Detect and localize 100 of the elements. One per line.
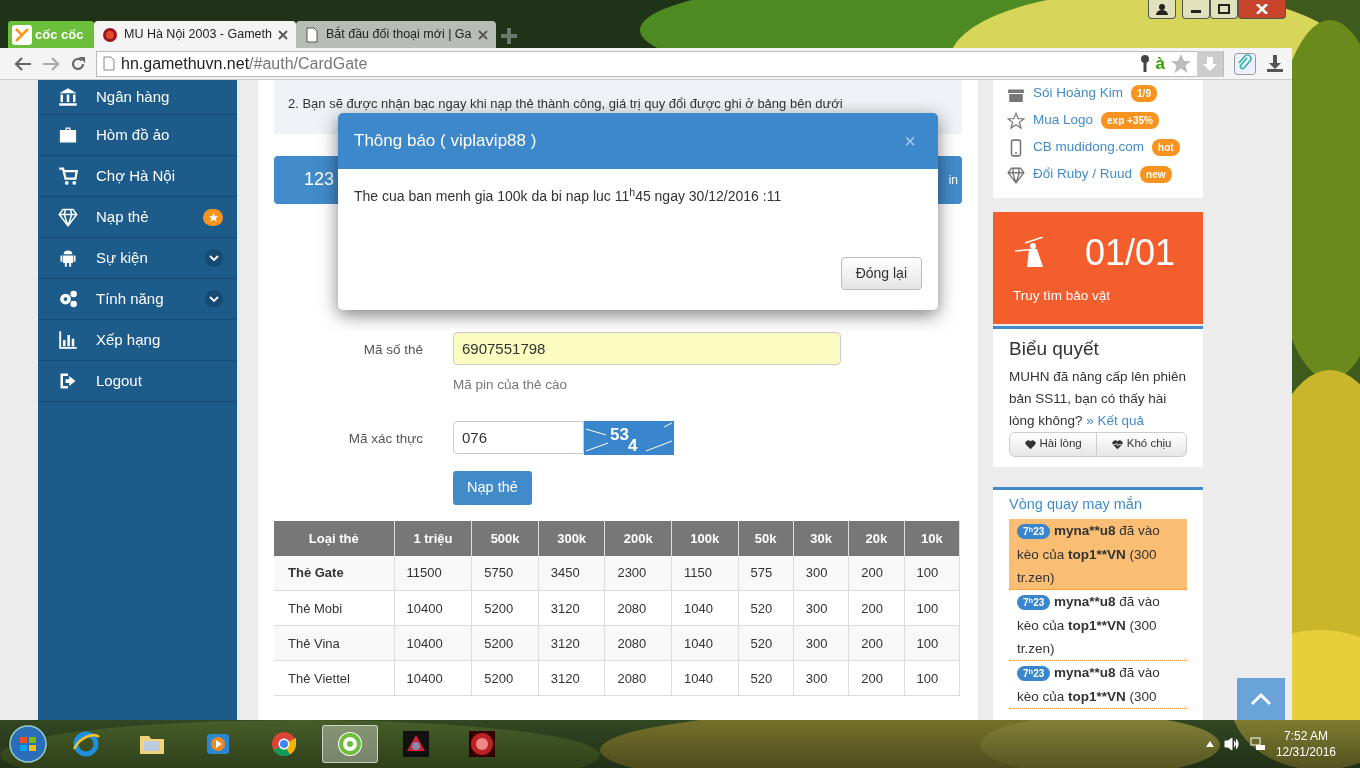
gears-icon [58, 289, 78, 309]
briefcase-icon [58, 125, 78, 145]
table-cell: 520 [738, 660, 794, 696]
browser-tab[interactable]: Bắt đầu đối thoại mới | Ga [296, 21, 496, 48]
menu-link[interactable]: CB mudidong.com [1033, 137, 1145, 158]
captcha-field[interactable]: 076 [453, 420, 584, 454]
close-icon[interactable] [477, 29, 488, 40]
cart-icon [58, 166, 78, 186]
menu-link[interactable]: Đổi Ruby / Ruud [1033, 164, 1133, 185]
start-icon[interactable] [8, 724, 48, 764]
link-badge: 1/9 [1131, 85, 1157, 102]
table-cell: 2300 [604, 555, 672, 591]
speaker-icon[interactable] [1223, 737, 1240, 751]
table-cell: 200 [848, 625, 905, 661]
sidebar-item[interactable]: Xếp hạng [38, 320, 237, 361]
poll-option-button[interactable]: Khó chịu [1096, 431, 1187, 457]
table-cell: 300 [793, 625, 849, 661]
table-cell: Thẻ Mobi [274, 590, 395, 626]
game-icon [401, 729, 431, 759]
table-cell: 3120 [538, 625, 605, 661]
back-icon[interactable] [14, 55, 32, 72]
browser-tab[interactable]: MU Hà Nội 2003 - Gameth [94, 21, 296, 48]
treasure-label: Truy tìm bảo vật [1013, 287, 1112, 305]
user-icon [1156, 3, 1168, 15]
user-button[interactable] [1148, 0, 1176, 19]
minimize-button[interactable] [1182, 0, 1210, 19]
table-cell: 2080 [604, 660, 672, 696]
key-icon[interactable] [1139, 54, 1150, 73]
reload-icon[interactable] [70, 55, 86, 72]
sidebar-item[interactable]: Hòm đồ ảo [38, 115, 237, 156]
star-icon[interactable] [1171, 54, 1191, 73]
table-cell: 575 [738, 555, 794, 591]
column-header: 20k [848, 520, 905, 556]
column-header: 10k [904, 520, 960, 556]
link-badge: hot [1152, 139, 1180, 156]
card-number-field[interactable]: 6907551798 [453, 331, 841, 365]
brand-name: cốc cốc [35, 25, 84, 44]
table-cell: 100 [904, 555, 960, 591]
table-cell: 5200 [471, 625, 539, 661]
taskbar-button[interactable] [322, 725, 378, 763]
table-cell: 300 [793, 660, 849, 696]
clock-time: 7:52 AM [1282, 728, 1329, 744]
sidebar-item[interactable]: Tính năng [38, 279, 237, 320]
table-cell: 2080 [604, 590, 672, 626]
submit-button[interactable]: Nạp thẻ [453, 470, 532, 505]
table-cell: 100 [904, 590, 960, 626]
column-header: 100k [671, 520, 738, 556]
close-icon [1256, 4, 1268, 14]
sidebar-item[interactable]: Chợ Hà Nội [38, 156, 237, 197]
column-header: 300k [538, 520, 605, 556]
table-cell: 1040 [671, 590, 738, 626]
feed-entry: 7$^{h}$23 myna**u8 đã vào kèo của top1**VN (300 tr.zen) [1009, 519, 1187, 591]
chevron-up-icon[interactable] [1205, 741, 1214, 747]
close-dialog-button[interactable]: Đóng lại [840, 257, 922, 290]
close-button[interactable] [1238, 0, 1286, 19]
treasure-count: 01/01 [1085, 231, 1176, 275]
diamond-icon [1007, 165, 1025, 184]
table-cell: 200 [848, 590, 905, 626]
bar-text: in [948, 171, 958, 189]
paperclip-icon[interactable] [1234, 52, 1256, 75]
table-cell: 10400 [394, 660, 472, 696]
sidebar-item[interactable]: Ngân hàng [38, 80, 237, 115]
chevron-up-icon [1250, 692, 1272, 706]
maximize-button[interactable] [1210, 0, 1238, 19]
table-cell: 5200 [471, 660, 539, 696]
sign-out-icon [58, 371, 78, 391]
poll-title: Biểu quyết [1009, 337, 1100, 361]
results-link[interactable]: » Kết quả [1086, 412, 1145, 428]
table-cell: 520 [738, 625, 794, 661]
table-cell: 200 [848, 555, 905, 591]
heart-icon [1024, 438, 1036, 450]
download-icon[interactable] [1266, 54, 1284, 73]
address-field[interactable]: hn.gamethuvn.net/#auth/CardGate à [96, 50, 1224, 77]
table-cell: 3120 [538, 590, 605, 626]
table-cell: Thẻ Vina [274, 625, 395, 661]
column-header: 50k [738, 520, 794, 556]
star-icon [207, 211, 219, 223]
sidebar-item[interactable]: Nạp thẻ [38, 197, 237, 238]
table-cell: 5750 [471, 555, 539, 591]
field-label: Mã xác thực [347, 429, 423, 448]
back-to-top-button[interactable] [1237, 678, 1285, 720]
sidebar-item[interactable]: Sự kiện [38, 238, 237, 279]
table-cell: 200 [848, 660, 905, 696]
url-text: hn.gamethuvn.net/#auth/CardGate [121, 53, 368, 74]
clock-date: 12/31/2016 [1275, 744, 1336, 760]
poll-option-button[interactable]: Hài lòng [1009, 431, 1098, 457]
table-cell: 520 [738, 590, 794, 626]
table-cell: 100 [904, 625, 960, 661]
coccoc-icon [335, 729, 365, 759]
menu-link[interactable]: Mua Logo [1033, 110, 1094, 131]
network-icon[interactable] [1249, 737, 1266, 751]
table-cell: 300 [793, 590, 849, 626]
link-badge: exp +35% [1101, 112, 1159, 129]
table-cell: 3450 [538, 555, 605, 591]
close-icon[interactable] [278, 29, 288, 40]
table-cell: 300 [793, 555, 849, 591]
menu-link[interactable]: Sói Hoàng Kim [1033, 83, 1124, 104]
table-cell: 1040 [671, 660, 738, 696]
clock[interactable]: 7:52 AM 12/31/2016 [1275, 728, 1336, 760]
sidebar-item[interactable]: Logout [38, 361, 237, 402]
